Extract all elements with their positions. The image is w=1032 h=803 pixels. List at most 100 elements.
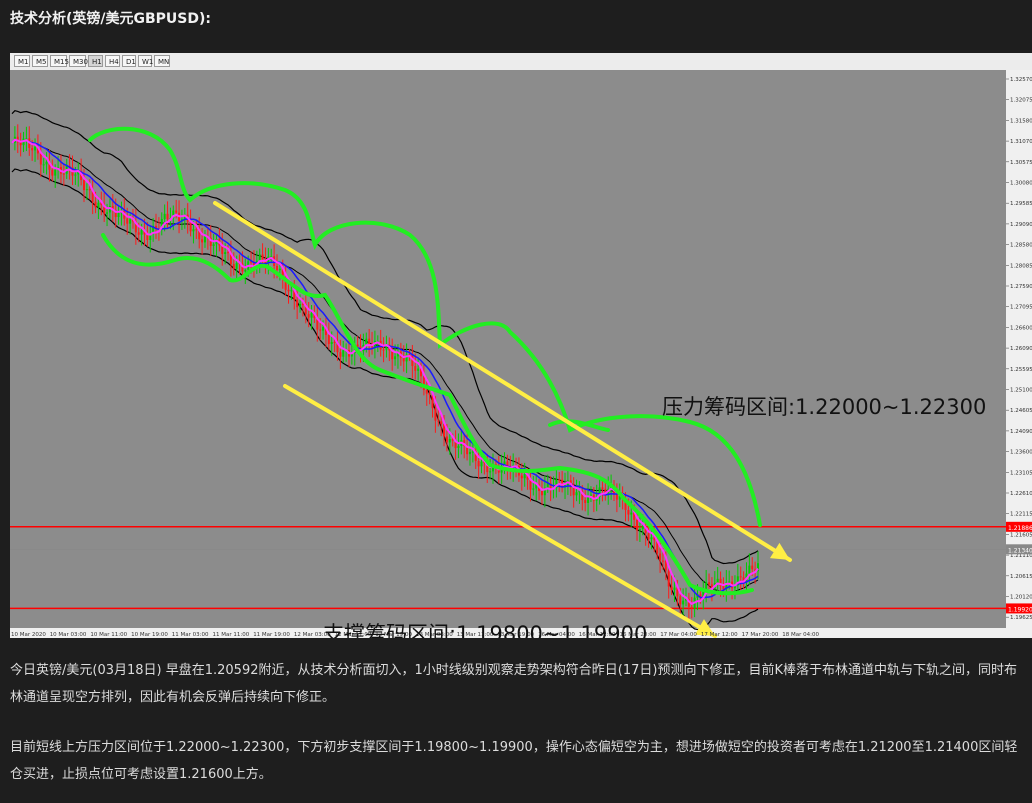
time-tick-label: 11 Mar 11:00 — [213, 632, 250, 638]
price-tick-label: 1.19625 — [1010, 615, 1032, 621]
candle-body — [667, 570, 670, 587]
candle-body — [296, 299, 299, 308]
candle-body — [275, 265, 278, 271]
chart-svg: 1.32570 1.32075 1.31580 1.31070 1.30575 1.300… — [10, 70, 1032, 646]
candle-body — [673, 587, 676, 590]
candle-body — [227, 252, 230, 254]
candle-body — [356, 344, 359, 347]
candle-body — [74, 174, 77, 176]
resistance-annotation: 压力筹码区间:1.22000~1.22300 — [662, 395, 986, 419]
candle-body — [716, 578, 719, 583]
candle-body — [434, 408, 437, 421]
candle-body — [319, 329, 322, 331]
candle-body — [575, 492, 578, 496]
candle-body — [175, 210, 178, 213]
price-tick-label: 1.27590 — [1010, 284, 1032, 290]
candle-body — [365, 338, 368, 345]
plot-area — [10, 70, 1006, 628]
candle-body — [106, 212, 109, 214]
candle-body — [85, 189, 88, 191]
candle-body — [88, 189, 91, 191]
candle-body — [258, 254, 261, 261]
candle-body — [641, 525, 644, 530]
price-tick-label: 1.22115 — [1010, 512, 1032, 518]
candle-body — [589, 494, 592, 496]
price-tick-label: 1.32570 — [1010, 77, 1032, 83]
candle-body — [34, 146, 37, 151]
candle-body — [425, 390, 428, 394]
candle-body — [520, 475, 523, 479]
time-tick-label: 10 Mar 2020 — [11, 632, 46, 638]
candle-body — [690, 606, 693, 609]
candle-body — [330, 341, 333, 345]
candle-body — [437, 420, 440, 422]
candle-body — [140, 230, 143, 235]
candle-body — [630, 512, 633, 515]
candle-body — [94, 201, 97, 208]
price-tick-label: 1.23600 — [1010, 450, 1032, 456]
price-tick-label: 1.20120 — [1010, 595, 1032, 601]
candle-body — [561, 479, 564, 488]
candle-body — [117, 213, 120, 217]
time-tick-label: 10 Mar 11:00 — [90, 632, 127, 638]
price-tick-label: 1.28085 — [1010, 263, 1032, 269]
candle-body — [212, 244, 215, 246]
candle-body — [394, 356, 397, 360]
candle-body — [339, 352, 342, 357]
candle-body — [739, 576, 742, 578]
time-tick-label: 17 Mar 20:00 — [742, 632, 779, 638]
candle-body — [97, 202, 100, 208]
price-tick-label: 1.21605 — [1010, 532, 1032, 538]
timeframe-button-w1[interactable]: W1 — [138, 55, 153, 67]
candle-body — [532, 488, 535, 490]
price-tick-label: 1.23105 — [1010, 470, 1032, 476]
time-tick-label: 18 Mar 04:00 — [782, 632, 819, 638]
timeframe-button-d1[interactable]: D1 — [122, 55, 136, 67]
candle-body — [83, 180, 86, 191]
candle-body — [468, 451, 471, 455]
candle-body — [627, 509, 630, 515]
price-tick-label: 1.24090 — [1010, 429, 1032, 435]
candle-body — [636, 519, 639, 531]
candle-body — [54, 169, 57, 176]
timeframe-button-mn[interactable]: MN — [154, 55, 170, 67]
candle-body — [333, 341, 336, 343]
timeframe-toolbar: M1 M5 M15 M30 H1 H4 D1 W1 MN — [10, 53, 1032, 71]
candle-body — [244, 269, 247, 272]
candle-body — [290, 290, 293, 292]
candle-body — [477, 461, 480, 467]
candle-body — [45, 161, 48, 165]
candle-body — [445, 436, 448, 443]
timeframe-button-h1[interactable]: H1 — [88, 55, 103, 67]
candle-body — [307, 314, 310, 318]
candle-body — [39, 153, 42, 165]
candle-body — [540, 491, 543, 496]
timeframe-button-h4[interactable]: H4 — [105, 55, 120, 67]
candle-body — [235, 263, 238, 269]
price-tick-label: 1.20615 — [1010, 574, 1032, 580]
candle-body — [166, 213, 169, 220]
analysis-paragraph-1: 今日英镑/美元(03月18日) 早盘在1.20592附近，从技术分析面切入，1小… — [10, 663, 1017, 705]
price-tick-label: 1.31580 — [1010, 118, 1032, 124]
candle-body — [368, 338, 371, 345]
candle-body — [232, 264, 235, 269]
candle-body — [417, 368, 420, 371]
candle-body — [558, 479, 561, 481]
timeframe-button-m30[interactable]: M30 — [69, 55, 88, 67]
candle-body — [708, 582, 711, 585]
time-tick-label: 11 Mar 19:00 — [253, 632, 290, 638]
time-tick-label: 10 Mar 19:00 — [131, 632, 168, 638]
timeframe-button-m15[interactable]: M15 — [50, 55, 69, 67]
timeframe-button-m5[interactable]: M5 — [32, 55, 48, 67]
time-tick-label: 17 Mar 12:00 — [701, 632, 738, 638]
candle-body — [192, 229, 195, 232]
candle-body — [751, 565, 754, 570]
candle-body — [261, 254, 264, 260]
timeframe-button-m1[interactable]: M1 — [14, 55, 30, 67]
candle-body — [670, 586, 673, 590]
price-tick-label: 1.31070 — [1010, 139, 1032, 145]
candle-body — [728, 581, 731, 583]
candle-body — [659, 553, 662, 561]
candle-body — [203, 236, 206, 243]
candle-body — [572, 487, 575, 496]
